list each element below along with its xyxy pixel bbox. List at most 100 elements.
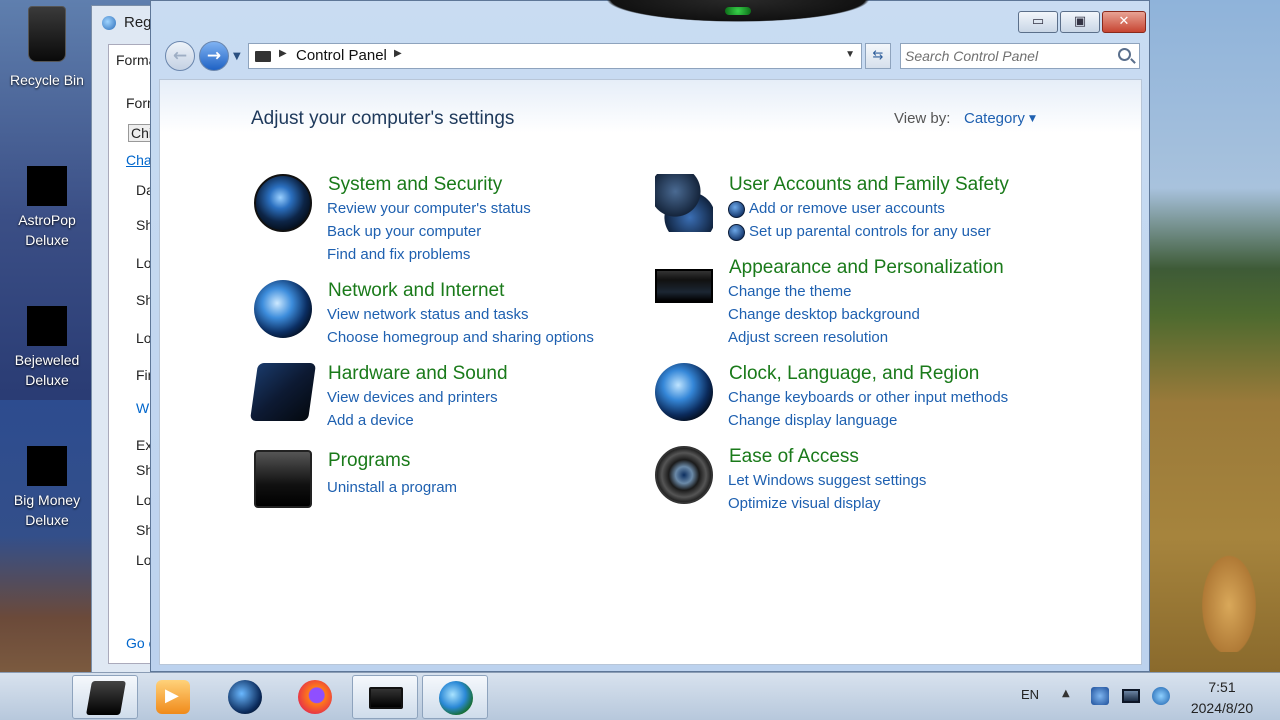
- desktop-icon-recycle-bin[interactable]: Recycle Bin: [4, 6, 90, 90]
- category-link[interactable]: Set up parental controls for any user: [749, 223, 991, 240]
- status-led-icon: [725, 7, 751, 15]
- refresh-icon: ⇆: [872, 48, 884, 63]
- tray-display-icon[interactable]: [1122, 689, 1140, 703]
- category-link[interactable]: Change keyboards or other input methods: [728, 389, 1008, 406]
- taskbar-region-button[interactable]: [422, 675, 488, 719]
- category-link[interactable]: Uninstall a program: [327, 479, 457, 496]
- category-title[interactable]: Network and Internet: [328, 280, 504, 302]
- desktop-icon-label: Bejeweled Deluxe: [14, 352, 80, 388]
- arrow-right-icon: →: [206, 46, 222, 66]
- category-link[interactable]: Change display language: [728, 412, 897, 429]
- view-by-dropdown[interactable]: Category: [964, 110, 1025, 127]
- region-window-title: Reg: [124, 14, 152, 31]
- category-title[interactable]: Clock, Language, and Region: [729, 363, 979, 385]
- close-button[interactable]: ✕: [1102, 11, 1146, 33]
- uac-shield-icon: [728, 224, 745, 241]
- category-link[interactable]: Change desktop background: [728, 306, 920, 323]
- address-bar[interactable]: ▶ Control Panel ▶ ▼: [248, 43, 862, 69]
- maximize-button[interactable]: ▣: [1060, 11, 1100, 33]
- recent-pages-button[interactable]: ▼: [233, 51, 241, 62]
- control-panel-window[interactable]: ▭ ▣ ✕ ← → ▼ ▶ Control Panel ▶ ▼ ⇆ Adjust…: [150, 0, 1150, 672]
- breadcrumb-control-panel[interactable]: Control Panel: [296, 47, 387, 64]
- taskbar-firefox-button[interactable]: [282, 675, 348, 719]
- printer-speaker-icon[interactable]: [249, 363, 317, 421]
- category-link[interactable]: View network status and tasks: [327, 306, 529, 323]
- search-box[interactable]: [900, 43, 1140, 69]
- groundhog-widget: [1198, 548, 1260, 652]
- category-link[interactable]: Find and fix problems: [327, 246, 470, 263]
- category-network-internet: Network and Internet View network status…: [254, 280, 634, 350]
- taskbar-earth-button[interactable]: [212, 675, 278, 719]
- show-hidden-icons-button[interactable]: ▲: [1062, 688, 1070, 699]
- arrow-left-icon: ←: [172, 46, 188, 66]
- category-link[interactable]: Add or remove user accounts: [749, 200, 945, 217]
- programs-disc-icon[interactable]: [254, 450, 312, 508]
- monitor-icon[interactable]: [655, 269, 713, 303]
- back-button[interactable]: ←: [165, 41, 195, 71]
- desktop-icon-label: Recycle Bin: [10, 72, 84, 88]
- clock-globe-icon[interactable]: [655, 363, 713, 421]
- minimize-button[interactable]: ▭: [1018, 11, 1058, 33]
- category-title[interactable]: Hardware and Sound: [328, 363, 508, 385]
- category-link[interactable]: Choose homegroup and sharing options: [327, 329, 594, 346]
- language-indicator[interactable]: EN: [1021, 687, 1039, 702]
- desktop-icon-astropop[interactable]: AstroPop Deluxe: [4, 166, 90, 250]
- refresh-button[interactable]: ⇆: [865, 43, 891, 69]
- category-link[interactable]: Optimize visual display: [728, 495, 881, 512]
- taskbar-screen-button[interactable]: [352, 675, 418, 719]
- desktop-icon-big-money[interactable]: Big Money Deluxe: [4, 446, 90, 530]
- tray-globe-icon[interactable]: [1152, 687, 1170, 705]
- category-link[interactable]: Back up your computer: [327, 223, 481, 240]
- category-title[interactable]: System and Security: [328, 174, 502, 196]
- category-title[interactable]: Ease of Access: [729, 446, 859, 468]
- page-title: Adjust your computer's settings: [251, 108, 515, 129]
- taskbar: EN ▲ 7:51 2024/8/20: [0, 672, 1280, 720]
- search-icon[interactable]: [1118, 48, 1131, 61]
- category-system-security: System and Security Review your computer…: [254, 174, 614, 264]
- media-player-icon: [156, 680, 190, 714]
- category-link[interactable]: Add a device: [327, 412, 414, 429]
- desktop-icon-bejeweled[interactable]: Bejeweled Deluxe: [4, 306, 90, 390]
- category-programs: Programs Uninstall a program: [254, 450, 614, 510]
- desktop-wallpaper-left: [0, 400, 92, 672]
- category-link[interactable]: View devices and printers: [327, 389, 498, 406]
- users-icon[interactable]: [655, 174, 713, 232]
- control-panel-icon: [255, 51, 271, 62]
- network-globe-icon[interactable]: [254, 280, 312, 338]
- chevron-down-icon[interactable]: ▼: [1029, 114, 1036, 124]
- window-ornament: [588, 0, 888, 25]
- chevron-right-icon[interactable]: ▶: [394, 48, 402, 59]
- category-link[interactable]: Let Windows suggest settings: [728, 472, 926, 489]
- category-link[interactable]: Adjust screen resolution: [728, 329, 888, 346]
- recycle-bin-icon: [28, 6, 66, 62]
- monitor-icon: [369, 687, 403, 709]
- taskbar-media-player-button[interactable]: [140, 675, 206, 719]
- firefox-icon: [298, 680, 332, 714]
- clock-time[interactable]: 7:51: [1170, 679, 1274, 695]
- category-link[interactable]: Review your computer's status: [327, 200, 531, 217]
- shield-globe-icon[interactable]: [254, 174, 312, 232]
- chevron-down-icon: ▼: [233, 51, 241, 62]
- forward-button[interactable]: →: [199, 41, 229, 71]
- bejeweled-icon: [27, 306, 67, 346]
- category-title[interactable]: Appearance and Personalization: [729, 257, 1004, 279]
- category-link[interactable]: Change the theme: [728, 283, 851, 300]
- category-title[interactable]: Programs: [328, 450, 410, 472]
- region-link[interactable]: Cha: [126, 152, 152, 168]
- tray-network-icon[interactable]: [1091, 687, 1109, 705]
- chevron-right-icon[interactable]: ▶: [279, 48, 287, 59]
- globe-icon: [102, 16, 116, 30]
- uac-shield-icon: [728, 201, 745, 218]
- region-link[interactable]: W: [136, 400, 149, 416]
- ease-of-access-icon[interactable]: [655, 446, 713, 504]
- taskbar-control-panel-button[interactable]: [72, 675, 138, 719]
- globe-clock-icon: [439, 681, 473, 715]
- chevron-down-icon[interactable]: ▼: [845, 49, 855, 60]
- category-hardware-sound: Hardware and Sound View devices and prin…: [249, 363, 614, 433]
- clock-date[interactable]: 2024/8/20: [1170, 700, 1274, 716]
- category-title[interactable]: User Accounts and Family Safety: [729, 174, 1009, 196]
- view-by-label: View by:: [894, 110, 951, 127]
- search-input[interactable]: [905, 46, 1111, 66]
- category-clock-language: Clock, Language, and Region Change keybo…: [655, 363, 1035, 433]
- category-user-accounts: User Accounts and Family Safety Add or r…: [655, 174, 1035, 244]
